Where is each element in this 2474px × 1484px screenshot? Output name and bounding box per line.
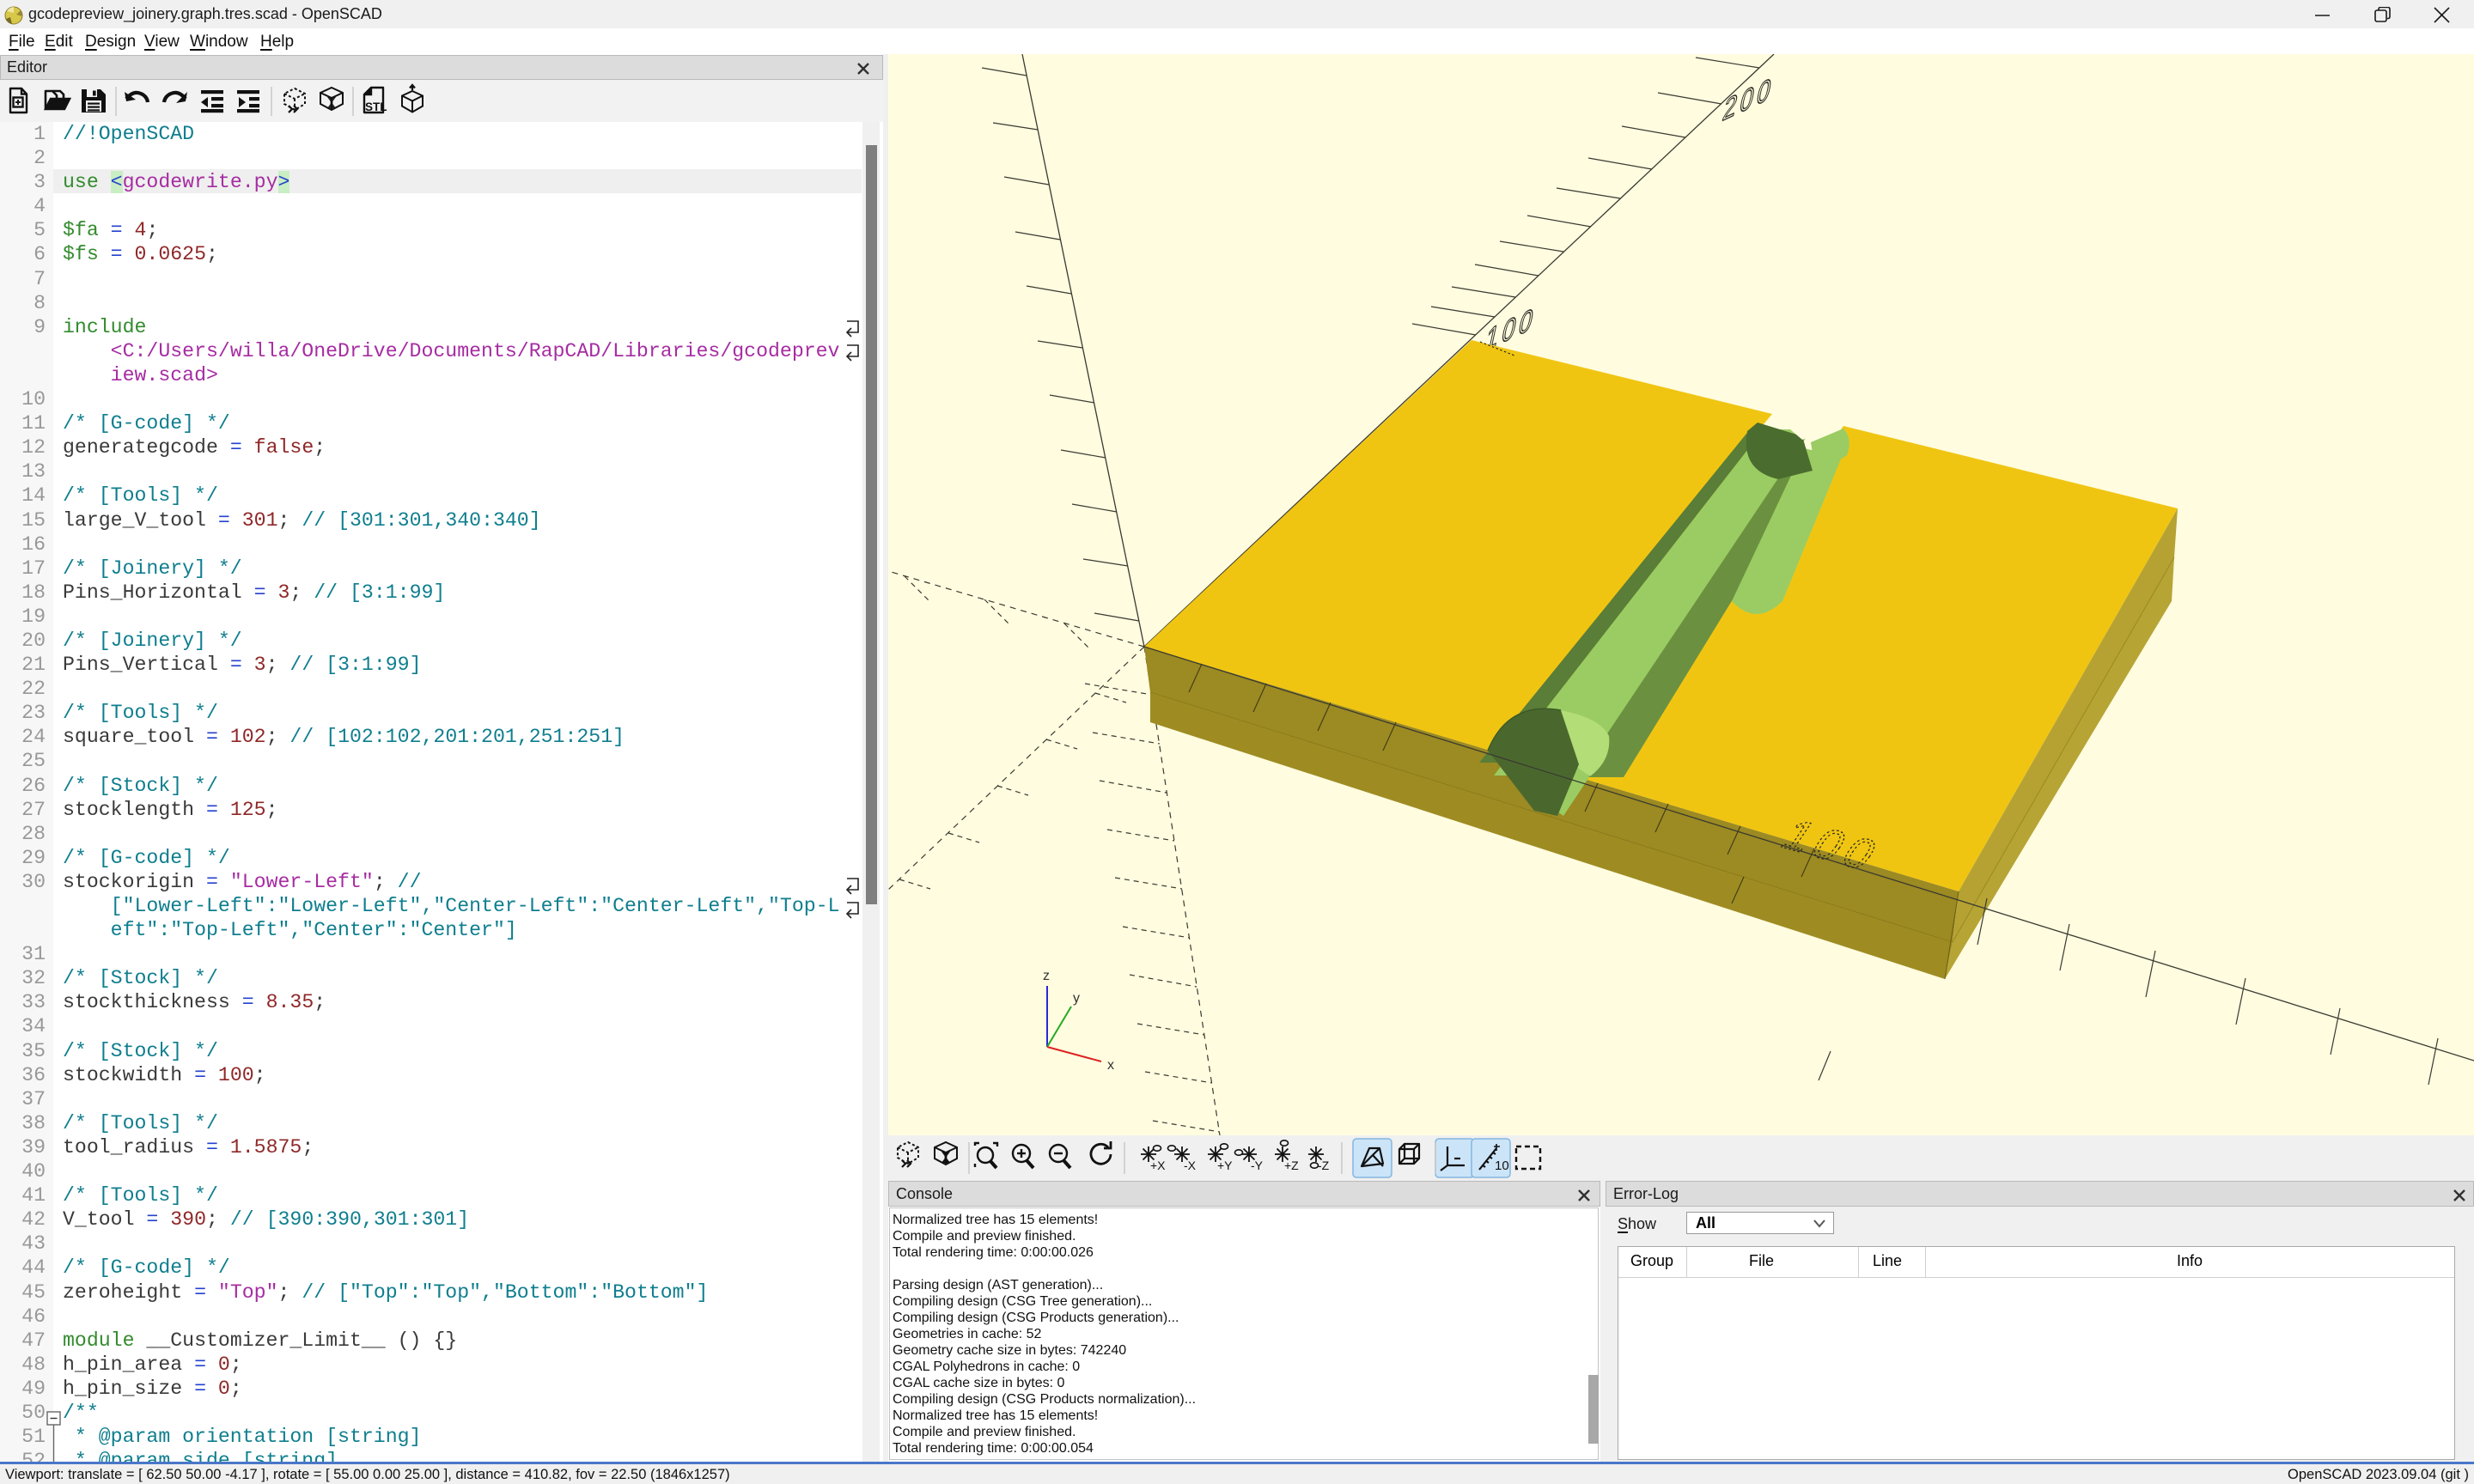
svg-text:-X: -X xyxy=(1184,1159,1197,1172)
svg-text:+Y: +Y xyxy=(1217,1159,1233,1172)
svg-text:-Z: -Z xyxy=(1318,1159,1330,1172)
svg-text:+Z: +Z xyxy=(1284,1159,1299,1172)
svg-text:x: x xyxy=(1107,1058,1114,1073)
svg-text:10: 10 xyxy=(1495,1159,1509,1173)
svg-text:+X: +X xyxy=(1150,1159,1166,1172)
svg-text:y: y xyxy=(1073,991,1080,1006)
svg-text:-Y: -Y xyxy=(1251,1159,1264,1172)
svg-text:z: z xyxy=(1043,969,1050,983)
